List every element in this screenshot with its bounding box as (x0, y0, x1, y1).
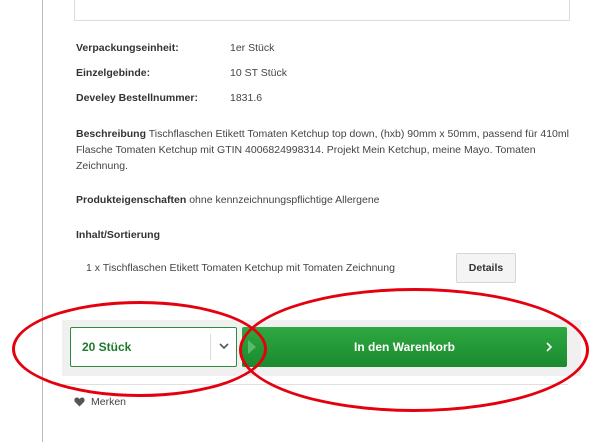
property-list: Verpackungseinheit: 1er Stück Einzelgebi… (76, 42, 287, 117)
description-label: Beschreibung (76, 128, 147, 140)
product-properties-text: ohne kennzeichnungspflichtige Allergene (189, 194, 380, 206)
description-text: Tischflaschen Etikett Tomaten Ketchup to… (76, 128, 569, 172)
property-value: 1er Stück (230, 42, 275, 54)
property-row: Verpackungseinheit: 1er Stück (76, 42, 287, 67)
property-label: Develey Bestellnummer: (76, 92, 198, 104)
remember-link[interactable]: Merken (74, 396, 126, 408)
contents-item: 1 x Tischflaschen Etikett Tomaten Ketchu… (86, 262, 395, 274)
property-value: 1831.6 (230, 92, 263, 104)
divider (62, 384, 568, 385)
property-row: Develey Bestellnummer: 1831.6 (76, 92, 287, 117)
product-description: Beschreibung Tischflaschen Etikett Tomat… (76, 126, 576, 174)
quantity-value: 20 Stück (82, 340, 132, 354)
add-to-cart-label: In den Warenkorb (354, 340, 455, 354)
product-properties: Produkteigenschaften ohne kennzeichnungs… (76, 192, 576, 208)
details-button[interactable]: Details (456, 253, 516, 283)
property-label: Einzelgebinde: (76, 67, 151, 79)
contents-title: Inhalt/Sortierung (76, 229, 160, 241)
product-properties-label: Produkteigenschaften (76, 194, 187, 206)
select-divider (210, 334, 211, 360)
chevron-down-icon (219, 343, 229, 350)
chevron-right-icon (546, 342, 553, 352)
remember-label: Merken (91, 396, 127, 408)
image-frame (74, 0, 570, 21)
add-to-cart-button[interactable]: In den Warenkorb (242, 327, 567, 367)
property-label: Verpackungseinheit: (76, 42, 179, 54)
heart-icon (74, 397, 85, 407)
property-value: 10 ST Stück (230, 67, 288, 79)
property-row: Einzelgebinde: 10 ST Stück (76, 67, 287, 92)
page-left-border (42, 0, 43, 442)
quantity-select[interactable]: 20 Stück (70, 327, 237, 367)
